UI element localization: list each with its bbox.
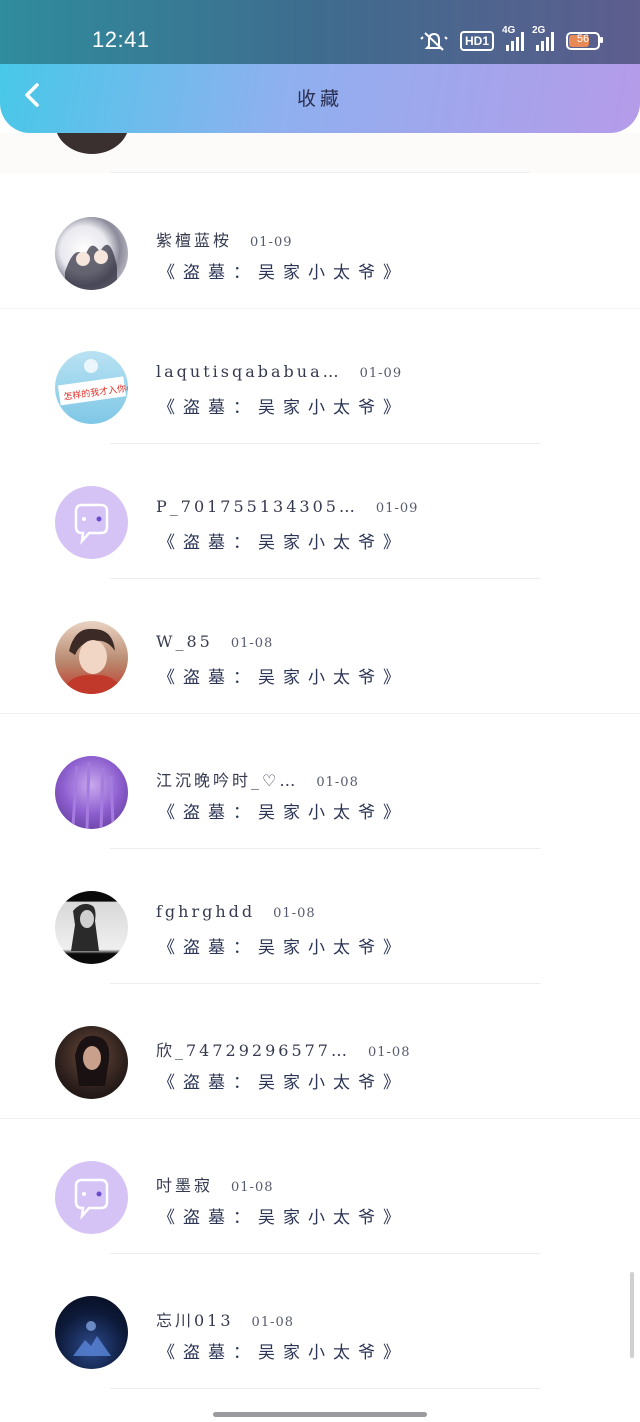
- user-name: P_701755134305…: [156, 497, 358, 516]
- user-name: 忘川013: [156, 1311, 234, 1330]
- list-item[interactable]: W_85 01-08 《盗墓：吴家小太爷》: [0, 579, 640, 714]
- book-title: 《盗墓：吴家小太爷》: [158, 1343, 408, 1363]
- avatar: [55, 217, 128, 290]
- book-title: 《盗墓：吴家小太爷》: [158, 398, 408, 418]
- book-title: 《盗墓：吴家小太爷》: [158, 1208, 408, 1228]
- user-name: 欣_74729296577…: [156, 1041, 350, 1060]
- item-date: 01-08: [231, 1180, 274, 1195]
- item-date: 01-08: [367, 1045, 411, 1060]
- book-title: 《盗墓：吴家小太爷》: [158, 803, 408, 823]
- signal-4g-icon: 4G: [502, 25, 524, 51]
- user-name: fghrghdd: [156, 902, 256, 921]
- avatar: 怎样的我才入你心: [55, 351, 128, 424]
- item-date: 01-08: [273, 906, 316, 921]
- status-time: 12:41: [92, 27, 150, 52]
- item-date: 01-08: [316, 775, 359, 790]
- item-date: 01-08: [230, 636, 274, 651]
- list-item[interactable]: 吋墨寂 01-08 《盗墓：吴家小太爷》: [0, 1119, 640, 1254]
- book-title: 《盗墓：吴家小太爷》: [158, 1073, 408, 1093]
- default-chat-avatar-icon: [55, 486, 128, 559]
- battery-icon: 56: [566, 32, 603, 50]
- user-name: laqutisqababua…: [156, 362, 342, 381]
- list-item[interactable]: fghrghdd 01-08 《盗墓：吴家小太爷》: [0, 849, 640, 984]
- mute-bell-icon: [420, 32, 448, 51]
- status-icons: HD1 4G 2G 56: [420, 25, 603, 54]
- scrollbar[interactable]: [630, 1272, 634, 1358]
- page-title: 收藏: [296, 88, 343, 110]
- status-bar: 12:41 HD1 4G 2G 56: [0, 0, 640, 64]
- item-date: 01-08: [251, 1315, 295, 1330]
- user-name: 江沉晚吟时_♡…: [156, 771, 299, 790]
- list-item[interactable]: 怎样的我才入你心 laqutisqababua… 01-09 《盗墓：吴家小太爷》: [0, 309, 640, 444]
- list-item[interactable]: P_701755134305… 01-09 《盗墓：吴家小太爷》: [0, 444, 640, 579]
- book-title: 《盗墓：吴家小太爷》: [158, 263, 408, 283]
- list-item[interactable]: 欣_74729296577… 01-08 《盗墓：吴家小太爷》: [0, 984, 640, 1119]
- book-title: 《盗墓：吴家小太爷》: [158, 668, 408, 688]
- item-date: 01-09: [359, 366, 403, 381]
- avatar: [55, 621, 128, 694]
- signal-2g-icon: 2G: [532, 25, 554, 51]
- avatar: [55, 891, 128, 964]
- avatar: [55, 1296, 128, 1369]
- list-item[interactable]: 紫檀蓝桉 01-09 《盗墓：吴家小太爷》: [0, 174, 640, 309]
- list-item[interactable]: 忘川013 01-08 《盗墓：吴家小太爷》: [0, 1254, 640, 1389]
- list-item[interactable]: 江沉晚吟时_♡… 01-08 《盗墓：吴家小太爷》: [0, 714, 640, 849]
- item-date: 01-09: [250, 235, 293, 250]
- app-header: 12:41 HD1 4G 2G 56 收藏: [0, 0, 640, 133]
- user-name: 紫檀蓝桉: [156, 231, 233, 250]
- user-name: 吋墨寂: [156, 1176, 214, 1195]
- user-name: W_85: [156, 632, 213, 651]
- avatar: [55, 756, 128, 829]
- item-date: 01-09: [375, 501, 419, 516]
- home-indicator[interactable]: [213, 1412, 427, 1417]
- avatar: [55, 1026, 128, 1099]
- book-title: 《盗墓：吴家小太爷》: [158, 533, 408, 553]
- default-chat-avatar-icon: [55, 1161, 128, 1234]
- hd-badge: HD1: [459, 31, 494, 51]
- book-title: 《盗墓：吴家小太爷》: [158, 938, 408, 958]
